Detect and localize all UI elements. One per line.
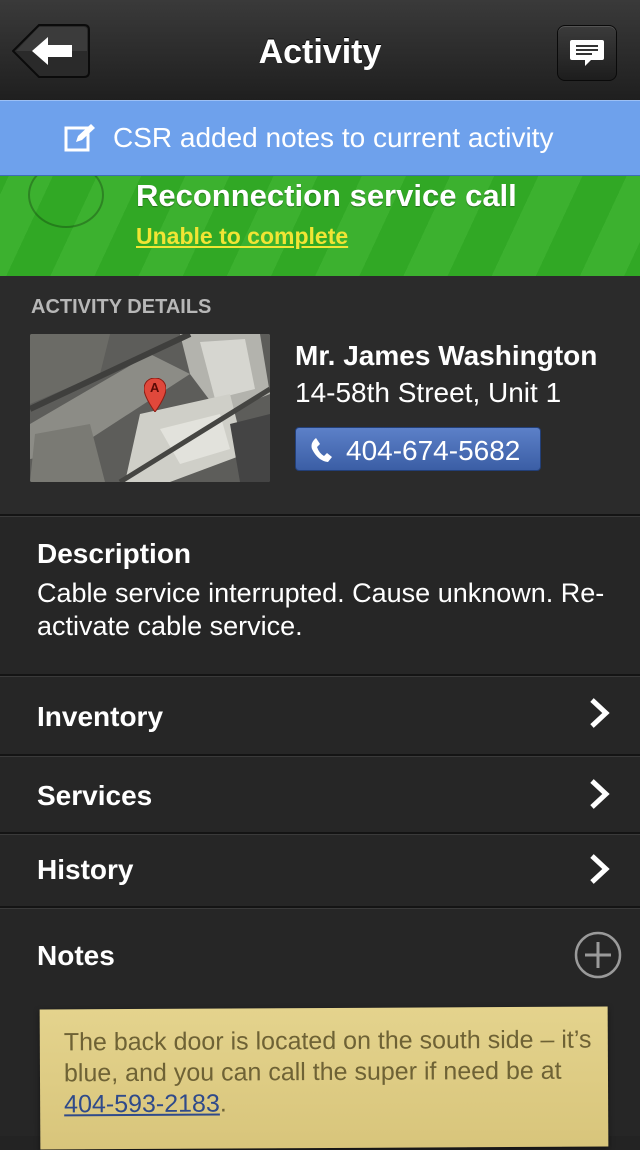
row-label: History xyxy=(37,854,134,885)
row-history[interactable]: History xyxy=(0,832,640,906)
chat-button[interactable] xyxy=(557,25,617,81)
notification-bar[interactable]: CSR added notes to current activity xyxy=(0,100,640,176)
map-thumbnail[interactable]: A xyxy=(30,334,270,482)
description-section: Description Cable service interrupted. C… xyxy=(0,514,640,674)
note-text-body: The back door is located on the south si… xyxy=(63,1025,592,1088)
chevron-right-icon xyxy=(590,698,610,728)
chevron-right-icon xyxy=(590,779,610,809)
chat-bubble-icon xyxy=(570,40,604,66)
description-text: Cable service interrupted. Cause unknown… xyxy=(37,578,605,641)
call-phone-button[interactable]: 404-674-5682 xyxy=(295,427,541,471)
nav-bar: Activity xyxy=(0,0,640,101)
section-label: ACTIVITY DETAILS xyxy=(31,296,212,318)
map-pin-label: A xyxy=(150,380,160,395)
sticky-note: The back door is located on the south si… xyxy=(39,1006,609,1150)
status-link[interactable]: Unable to complete xyxy=(136,223,348,250)
plus-circle-icon[interactable] xyxy=(573,930,623,980)
row-inventory[interactable]: Inventory xyxy=(0,674,640,754)
note-phone-link[interactable]: 404-593-2183 xyxy=(64,1090,220,1119)
activity-title: Reconnection service call xyxy=(136,178,517,213)
phone-number: 404-674-5682 xyxy=(346,435,521,466)
chevron-right-icon xyxy=(590,854,610,884)
row-label: Inventory xyxy=(37,701,164,732)
customer-address: 14-58th Street, Unit 1 xyxy=(295,377,562,408)
row-services[interactable]: Services xyxy=(0,754,640,832)
note-text-end: . xyxy=(219,1089,227,1118)
note-text: The back door is located on the south si… xyxy=(64,1025,594,1121)
notification-text: CSR added notes to current activity xyxy=(113,122,554,153)
customer-name: Mr. James Washington xyxy=(295,340,598,371)
page-title: Activity xyxy=(258,33,382,71)
description-label: Description xyxy=(37,538,192,569)
phone-icon xyxy=(311,438,332,462)
row-label: Services xyxy=(37,780,153,811)
notes-label: Notes xyxy=(37,940,115,971)
edit-note-icon xyxy=(64,124,95,152)
